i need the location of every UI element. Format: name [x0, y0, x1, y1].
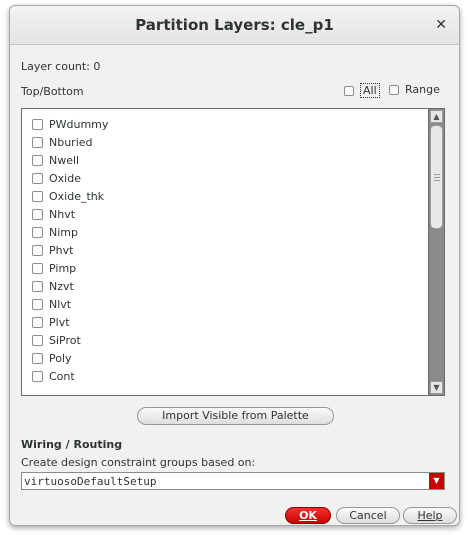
layer-list-item[interactable]: Poly — [32, 349, 108, 367]
layer-checkbox[interactable] — [32, 262, 43, 274]
all-checkbox-label: All — [360, 83, 380, 98]
scrollbar-thumb[interactable] — [430, 125, 443, 229]
layer-list-item[interactable]: Phvt — [32, 241, 108, 259]
all-checkbox-box[interactable] — [344, 85, 354, 96]
layer-list-item[interactable]: Nlvt — [32, 295, 108, 313]
layer-checkbox[interactable] — [32, 370, 43, 382]
layer-label: Nburied — [49, 135, 93, 149]
import-visible-button[interactable]: Import Visible from Palette — [137, 407, 334, 425]
cancel-button[interactable]: Cancel — [336, 507, 400, 524]
cancel-button-label: Cancel — [349, 509, 387, 522]
layer-checkbox[interactable] — [32, 118, 43, 130]
layer-label: Nhvt — [49, 207, 76, 221]
layer-list-item[interactable]: Nzvt — [32, 277, 108, 295]
layer-checkbox[interactable] — [32, 154, 43, 166]
layer-label: Nlvt — [49, 297, 72, 311]
layer-list-item[interactable]: Nwell — [32, 151, 108, 169]
constraint-groups-label: Create design constraint groups based on… — [21, 456, 256, 469]
grip-line-icon — [434, 180, 440, 181]
layer-checkbox[interactable] — [32, 226, 43, 238]
layer-label: Nzvt — [49, 279, 74, 293]
all-checkbox[interactable]: All — [344, 83, 380, 98]
layer-label: SiProt — [49, 333, 81, 347]
ok-button[interactable]: OK — [285, 507, 331, 524]
layer-label: Pimp — [49, 261, 77, 275]
partition-layers-dialog: Partition Layers: cle_p1 ✕ Layer count: … — [9, 5, 460, 526]
layer-list-item[interactable]: Nimp — [32, 223, 108, 241]
ok-button-label: OK — [299, 509, 317, 522]
layer-list-item[interactable]: PWdummy — [32, 115, 108, 133]
layer-list-item[interactable]: Pimp — [32, 259, 108, 277]
layer-checkbox[interactable] — [32, 298, 43, 310]
range-checkbox-box[interactable] — [389, 84, 399, 95]
layer-checkbox[interactable] — [32, 172, 43, 184]
layer-checkbox[interactable] — [32, 136, 43, 148]
grip-line-icon — [434, 177, 440, 178]
layer-label: Phvt — [49, 243, 74, 257]
grip-line-icon — [434, 174, 440, 175]
layer-list-item[interactable]: Nhvt — [32, 205, 108, 223]
layer-list-item[interactable]: Nburied — [32, 133, 108, 151]
layer-label: Oxide — [49, 171, 81, 185]
range-checkbox[interactable]: Range — [389, 83, 440, 96]
layer-label: PWdummy — [49, 117, 109, 131]
layer-checkbox[interactable] — [32, 190, 43, 202]
layer-checkbox[interactable] — [32, 316, 43, 328]
constraint-setup-value: virtuosoDefaultSetup — [24, 475, 157, 488]
close-icon[interactable]: ✕ — [435, 17, 447, 33]
layer-checkbox[interactable] — [32, 208, 43, 220]
help-button[interactable]: Help — [403, 507, 457, 524]
scroll-down-arrow-icon[interactable]: ▼ — [430, 381, 443, 394]
scroll-up-arrow-icon[interactable]: ▲ — [430, 110, 443, 123]
dropdown-arrow-icon[interactable]: ▼ — [429, 473, 444, 489]
wiring-routing-heading: Wiring / Routing — [21, 438, 123, 451]
top-bottom-label: Top/Bottom — [21, 85, 84, 98]
title-bar: Partition Layers: cle_p1 ✕ — [10, 6, 459, 45]
layer-items: PWdummy Nburied Nwell Oxide Oxide_thk Nhvt Nim… — [32, 115, 108, 385]
layer-list-item[interactable]: Oxide_thk — [32, 187, 108, 205]
layer-count-label: Layer count: 0 — [21, 60, 101, 73]
layer-checkbox[interactable] — [32, 352, 43, 364]
layer-label: Cont — [49, 369, 75, 383]
layer-label: Poly — [49, 351, 72, 365]
help-button-label: Help — [417, 509, 443, 522]
layer-list-item[interactable]: SiProt — [32, 331, 108, 349]
layer-list-item[interactable]: Oxide — [32, 169, 108, 187]
layer-label: Plvt — [49, 315, 70, 329]
layer-checkbox[interactable] — [32, 280, 43, 292]
layer-checkbox[interactable] — [32, 334, 43, 346]
layer-list-item[interactable]: Plvt — [32, 313, 108, 331]
layer-label: Oxide_thk — [49, 189, 105, 203]
range-checkbox-label: Range — [405, 83, 440, 96]
layer-list: PWdummy Nburied Nwell Oxide Oxide_thk Nhvt Nim… — [21, 108, 445, 396]
layer-list-item[interactable]: Cont — [32, 367, 108, 385]
vertical-scrollbar[interactable]: ▲ ▼ — [428, 109, 444, 395]
layer-label: Nwell — [49, 153, 80, 167]
constraint-setup-select[interactable]: virtuosoDefaultSetup ▼ — [21, 472, 445, 490]
layer-label: Nimp — [49, 225, 78, 239]
layer-checkbox[interactable] — [32, 244, 43, 256]
dialog-title: Partition Layers: cle_p1 — [135, 16, 334, 34]
